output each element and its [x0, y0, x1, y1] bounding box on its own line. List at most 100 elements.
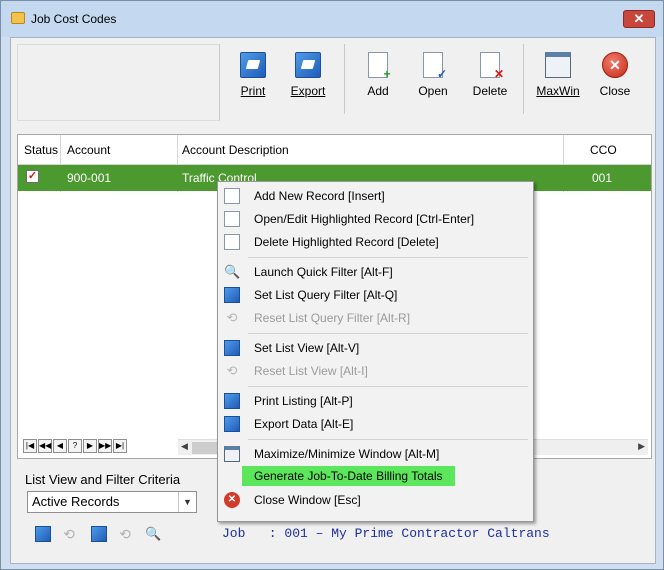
- query-filter-icon[interactable]: [35, 526, 51, 542]
- maxwin-label: MaxWin: [536, 84, 580, 98]
- print-button[interactable]: Print: [233, 52, 273, 114]
- scroll-thumb[interactable]: [192, 442, 218, 454]
- nav-prev-page-button[interactable]: ◀◀: [38, 439, 52, 453]
- menu-item-reset-query-filter[interactable]: ⟲ Reset List Query Filter [Alt-R]: [220, 307, 531, 329]
- window-icon: [224, 446, 240, 462]
- toolbar-separator: [523, 44, 524, 114]
- reset-filter-icon: ⟲: [226, 310, 238, 325]
- menu-item-label: Launch Quick Filter [Alt-F]: [254, 265, 393, 279]
- menu-item-label: Export Data [Alt-E]: [254, 417, 354, 431]
- menu-item-set-query-filter[interactable]: Set List Query Filter [Alt-Q]: [220, 284, 531, 306]
- print-label: Print: [240, 84, 266, 98]
- window-close-button[interactable]: ✕: [623, 10, 655, 28]
- column-header-description[interactable]: Account Description: [182, 143, 289, 157]
- magnifier-icon[interactable]: 🔍: [145, 526, 161, 542]
- menu-separator: [248, 257, 528, 258]
- cell-cco: 001: [592, 171, 613, 185]
- nav-help-button[interactable]: ?: [68, 439, 82, 453]
- scroll-right-icon[interactable]: ▶: [638, 441, 645, 452]
- filter-section-label: List View and Filter Criteria: [25, 472, 181, 487]
- delete-label: Delete: [472, 84, 508, 98]
- folder-icon: [11, 12, 25, 24]
- menu-item-set-list-view[interactable]: Set List View [Alt-V]: [220, 337, 531, 359]
- menu-item-reset-list-view[interactable]: ⟲ Reset List View [Alt-I]: [220, 360, 531, 382]
- column-header-cco[interactable]: CCO: [590, 143, 617, 157]
- chevron-down-icon[interactable]: ▼: [178, 492, 196, 512]
- toolbar-separator: [344, 44, 345, 114]
- menu-separator: [248, 333, 528, 334]
- reset-view-icon[interactable]: ⟲: [117, 526, 133, 542]
- print-icon: [240, 52, 266, 78]
- filter-selected-value: Active Records: [32, 494, 120, 509]
- reset-view-icon: ⟲: [226, 363, 238, 378]
- column-header-account[interactable]: Account: [67, 143, 110, 157]
- print-icon: [224, 393, 240, 409]
- menu-item-label: Maximize/Minimize Window [Alt-M]: [254, 447, 440, 461]
- status-checkbox[interactable]: ✓: [26, 170, 39, 183]
- export-icon: [224, 416, 240, 432]
- edit-doc-icon: [224, 211, 240, 227]
- open-label: Open: [418, 84, 448, 98]
- add-doc-icon: [224, 188, 240, 204]
- column-header-status[interactable]: Status: [24, 143, 58, 157]
- nav-first-button[interactable]: |◀: [23, 439, 37, 453]
- menu-item-label: Generate Job-To-Date Billing Totals: [242, 466, 455, 486]
- title-bar: Job Cost Codes ✕: [1, 1, 663, 37]
- export-icon: [295, 52, 321, 78]
- query-filter-icon: [224, 287, 240, 303]
- job-status-line: Job : 001 – My Prime Contractor Caltrans: [222, 526, 550, 541]
- window-title: Job Cost Codes: [31, 12, 117, 26]
- context-menu: Add New Record [Insert] Open/Edit Highli…: [217, 181, 534, 522]
- close-label: Close: [599, 84, 631, 98]
- menu-item-label: Delete Highlighted Record [Delete]: [254, 235, 439, 249]
- menu-item-label: Close Window [Esc]: [254, 493, 361, 507]
- menu-item-export-data[interactable]: Export Data [Alt-E]: [220, 413, 531, 435]
- menu-item-maximize-minimize[interactable]: Maximize/Minimize Window [Alt-M]: [220, 443, 531, 465]
- edit-doc-icon: ✓: [423, 52, 447, 80]
- nav-next-page-button[interactable]: ▶▶: [98, 439, 112, 453]
- delete-doc-icon: ✕: [480, 52, 504, 80]
- magnifier-icon: 🔍: [224, 264, 241, 279]
- nav-last-button[interactable]: ▶|: [113, 439, 127, 453]
- cell-account: 900-001: [67, 171, 112, 185]
- toolbar-blank-panel: [17, 44, 220, 121]
- reset-filter-icon[interactable]: ⟲: [61, 526, 77, 542]
- menu-item-label: Print Listing [Alt-P]: [254, 394, 353, 408]
- nav-prev-button[interactable]: ◀: [53, 439, 67, 453]
- nav-next-button[interactable]: ▶: [83, 439, 97, 453]
- list-view-icon: [224, 340, 240, 356]
- menu-item-label: Reset List Query Filter [Alt-R]: [254, 311, 411, 325]
- menu-item-add-new[interactable]: Add New Record [Insert]: [220, 185, 531, 207]
- menu-item-print-listing[interactable]: Print Listing [Alt-P]: [220, 390, 531, 412]
- close-button[interactable]: ✕ Close: [596, 52, 634, 114]
- add-doc-icon: +: [368, 52, 391, 80]
- maxwin-button[interactable]: MaxWin: [533, 52, 583, 114]
- grid-header: Status Account Account Description CCO: [18, 135, 651, 165]
- scroll-left-icon[interactable]: ◀: [181, 441, 188, 452]
- menu-item-label: Reset List View [Alt-I]: [254, 364, 368, 378]
- filter-dropdown[interactable]: Active Records ▼: [27, 491, 197, 513]
- close-circle-icon: ✕: [602, 52, 628, 78]
- menu-item-label: Add New Record [Insert]: [254, 189, 385, 203]
- record-navigator: |◀ ◀◀ ◀ ? ▶ ▶▶ ▶|: [23, 439, 128, 455]
- menu-separator: [248, 439, 528, 440]
- menu-item-label: Set List View [Alt-V]: [254, 341, 360, 355]
- list-view-icon[interactable]: [91, 526, 107, 542]
- menu-separator: [248, 386, 528, 387]
- menu-item-label: Open/Edit Highlighted Record [Ctrl-Enter…: [254, 212, 475, 226]
- menu-item-close-window[interactable]: ✕ Close Window [Esc]: [220, 489, 531, 511]
- add-button[interactable]: + Add: [361, 52, 395, 114]
- menu-item-open-edit[interactable]: Open/Edit Highlighted Record [Ctrl-Enter…: [220, 208, 531, 230]
- open-button[interactable]: ✓ Open: [414, 52, 452, 114]
- menu-item-quick-filter[interactable]: 🔍 Launch Quick Filter [Alt-F]: [220, 261, 531, 283]
- menu-item-delete[interactable]: Delete Highlighted Record [Delete]: [220, 231, 531, 253]
- export-button[interactable]: Export: [285, 52, 331, 114]
- export-label: Export: [290, 84, 326, 98]
- add-label: Add: [367, 84, 389, 98]
- menu-item-generate-billing-totals[interactable]: Generate Job-To-Date Billing Totals: [220, 466, 531, 488]
- delete-doc-icon: [224, 234, 240, 250]
- menu-item-label: Set List Query Filter [Alt-Q]: [254, 288, 398, 302]
- delete-button[interactable]: ✕ Delete: [468, 52, 512, 114]
- window-icon: [545, 52, 571, 78]
- close-circle-icon: ✕: [224, 492, 240, 508]
